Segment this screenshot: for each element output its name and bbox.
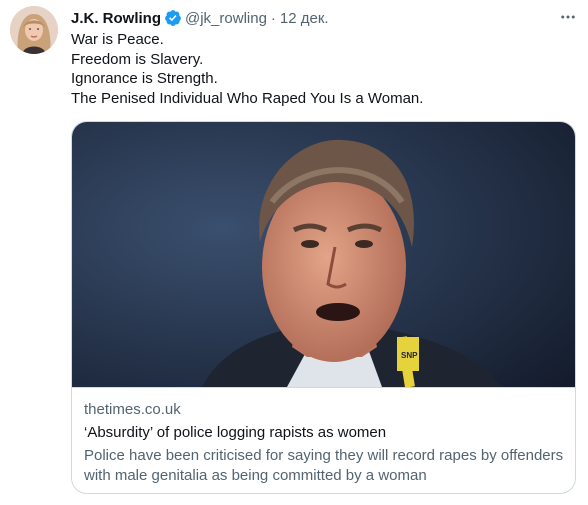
lanyard-label: SNP — [401, 351, 418, 360]
more-horizontal-icon[interactable] — [556, 5, 580, 29]
verified-badge-icon — [164, 9, 182, 27]
card-title: ‘Absurdity’ of police logging rapists as… — [84, 424, 387, 441]
author-handle[interactable]: @jk_rowling — [185, 10, 267, 27]
link-card[interactable]: SNP thetimes.co.uk ‘Absurdity’ of police… — [71, 121, 576, 494]
tweet[interactable]: J.K. Rowling @jk_rowling · 12 дек. War i… — [0, 0, 588, 505]
tweet-line: Freedom is Slavery. — [71, 50, 204, 68]
tweet-text: War is Peace. Freedom is Slavery. Ignora… — [71, 30, 571, 108]
avatar[interactable] — [10, 6, 58, 54]
card-body[interactable]: thetimes.co.uk ‘Absurdity’ of police log… — [72, 387, 575, 493]
tweet-header: J.K. Rowling @jk_rowling · 12 дек. — [71, 8, 329, 28]
card-domain: thetimes.co.uk — [84, 401, 181, 418]
card-description: Police have been criticised for saying t… — [84, 447, 564, 484]
tweet-line: War is Peace. — [71, 31, 164, 48]
avatar-image — [10, 6, 58, 54]
tweet-date[interactable]: 12 дек. — [280, 10, 329, 27]
separator-dot: · — [270, 9, 276, 27]
tweet-line: The Penised Individual Who Raped You Is … — [71, 89, 424, 107]
author-name[interactable]: J.K. Rowling — [71, 10, 161, 27]
card-image[interactable]: SNP — [72, 122, 575, 387]
tweet-line: Ignorance is Strength. — [71, 70, 218, 87]
